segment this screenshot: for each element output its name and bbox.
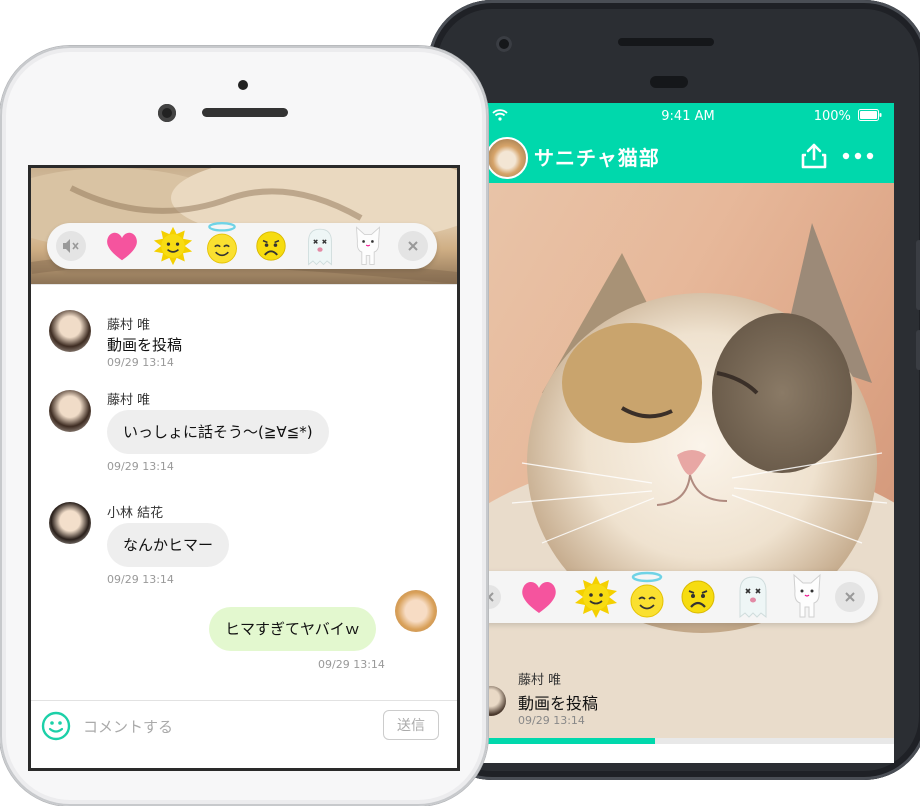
android-screen: 9:41 AM 100% サニチャ猫部 藤村 唯 動画を投稿 09/29 13:… — [482, 103, 894, 763]
reaction-sun[interactable] — [574, 575, 618, 623]
reaction-ghost[interactable] — [736, 573, 770, 623]
message-bubble: いっしょに話そう〜(≧∀≦*) — [107, 410, 329, 454]
status-bar: 9:41 AM 100% — [482, 103, 894, 131]
message-author: 藤村 唯 — [107, 318, 151, 333]
message-author: 藤村 唯 — [518, 673, 562, 688]
message-text: 動画を投稿 — [518, 694, 599, 713]
avatar[interactable] — [49, 502, 91, 544]
more-options-icon[interactable] — [840, 142, 876, 170]
reaction-heart[interactable] — [520, 579, 558, 619]
mute-icon — [56, 231, 86, 261]
proximity-sensor — [238, 80, 248, 90]
reaction-cat[interactable] — [790, 571, 824, 623]
divider — [31, 284, 457, 285]
message-time: 09/29 13:14 — [107, 460, 174, 473]
reaction-sun[interactable] — [153, 226, 193, 270]
sun-icon — [575, 576, 617, 618]
avatar[interactable] — [49, 310, 91, 352]
comment-input-bar: コメントする 送信 — [31, 700, 457, 768]
power-button — [916, 330, 920, 370]
my-avatar[interactable] — [395, 590, 437, 632]
mute-button[interactable] — [55, 230, 87, 266]
message-time: 09/29 13:14 — [518, 714, 585, 727]
volume-button — [916, 240, 920, 310]
sun-icon — [153, 226, 193, 266]
message-author: 小林 結花 — [107, 506, 164, 521]
ghost-icon — [308, 228, 332, 266]
reaction-angel[interactable] — [203, 221, 241, 271]
room-title: サニチャ猫部 — [534, 146, 660, 170]
iphone-screen: 藤村 唯 動画を投稿 09/29 13:14 藤村 唯 いっしょに話そう〜(≧∀… — [31, 168, 457, 768]
room-avatar[interactable] — [486, 137, 528, 179]
angel-icon — [630, 571, 664, 618]
cat-video[interactable] — [482, 183, 894, 738]
sensor — [650, 76, 688, 88]
reaction-bar — [482, 571, 878, 623]
message-time: 09/29 13:14 — [107, 573, 174, 586]
video-progress-fill — [482, 738, 656, 744]
reaction-angel[interactable] — [626, 571, 668, 625]
close-icon — [398, 231, 428, 261]
battery-level: 100% — [814, 109, 882, 124]
close-reactions-button[interactable] — [834, 581, 866, 617]
room-header: サニチャ猫部 — [482, 131, 894, 183]
cat-photo — [482, 223, 894, 738]
close-icon — [835, 582, 865, 612]
my-message-bubble: ヒマすぎてヤバイｗ — [209, 607, 376, 651]
reaction-heart[interactable] — [105, 230, 139, 266]
emoji-button-icon[interactable] — [41, 711, 71, 741]
cat-icon — [356, 226, 380, 265]
reaction-cat[interactable] — [353, 223, 383, 271]
avatar[interactable] — [49, 390, 91, 432]
send-button[interactable]: 送信 — [383, 710, 439, 740]
battery-icon — [858, 109, 882, 121]
earpiece-speaker — [202, 108, 288, 117]
message-text: 動画を投稿 — [107, 336, 183, 354]
cat-icon — [793, 573, 821, 618]
close-reactions-button[interactable] — [397, 230, 429, 266]
message-time: 09/29 13:14 — [318, 658, 385, 671]
video-progress-bar[interactable] — [482, 738, 894, 744]
reaction-scared[interactable] — [680, 579, 716, 619]
battery-percent: 100% — [813, 109, 851, 124]
scared-icon — [681, 580, 715, 614]
message-author: 藤村 唯 — [107, 393, 151, 408]
angel-icon — [207, 222, 237, 264]
share-icon[interactable] — [800, 142, 828, 170]
message-time: 09/29 13:14 — [107, 356, 174, 369]
comment-input[interactable]: コメントする — [83, 716, 173, 737]
scared-icon — [256, 231, 286, 261]
heart-icon — [522, 582, 556, 613]
reaction-ghost[interactable] — [305, 225, 335, 271]
front-camera — [158, 104, 176, 122]
ghost-icon — [739, 576, 767, 619]
message-bubble: なんかヒマー — [107, 523, 230, 567]
reaction-bar — [47, 221, 437, 271]
heart-icon — [107, 232, 137, 261]
reaction-scared[interactable] — [255, 230, 287, 266]
front-camera — [496, 36, 512, 52]
earpiece-speaker — [618, 38, 714, 46]
